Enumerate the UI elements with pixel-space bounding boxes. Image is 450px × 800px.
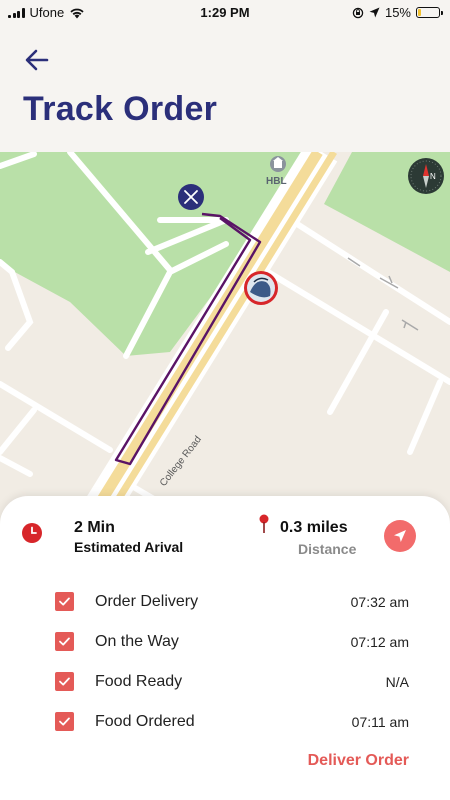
compass-icon: N [410,160,442,192]
order-tracking-sheet: 2 Min Estimated Arival 0.3 miles Distanc… [0,496,450,800]
svg-text:N: N [430,172,436,181]
navigate-button[interactable] [384,520,416,552]
poi-label-hbl: HBL [266,176,287,187]
checkmark-icon [59,637,70,646]
status-time: 07:12 am [350,634,409,650]
status-checkbox[interactable] [55,592,74,611]
compass-button[interactable]: N [408,158,444,194]
status-row: Food Ordered 07:11 am [0,708,450,736]
checkmark-icon [59,597,70,606]
status-row: On the Way 07:12 am [0,628,450,656]
status-name: On the Way [95,633,179,650]
map-pin-icon [259,514,269,533]
map-canvas [0,152,450,532]
restaurant-marker[interactable] [178,184,204,210]
checkmark-icon [59,717,70,726]
clock-icon [22,523,42,543]
distance-label: Distance [298,541,357,557]
map-view[interactable]: HBL College Road N [0,152,450,532]
status-right: 15% [352,5,443,20]
status-checkbox[interactable] [55,672,74,691]
status-name: Order Delivery [95,593,199,610]
distance-value: 0.3 miles [280,519,348,536]
status-name: Food Ready [95,673,183,690]
rider-marker[interactable] [244,271,278,305]
location-arrow-icon [369,7,380,18]
bank-icon[interactable] [270,156,286,172]
status-time: 07:11 am [351,714,409,730]
status-bar: Ufone 1:29 PM 15% [0,0,450,24]
deliver-order-button[interactable]: Deliver Order [308,752,409,770]
status-name: Food Ordered [95,713,195,730]
status-time: N/A [385,674,409,690]
status-time: 07:32 am [350,594,409,610]
battery-level [418,9,421,16]
status-checkbox[interactable] [55,632,74,651]
page-title: Track Order [23,90,218,128]
back-button[interactable] [22,46,54,74]
battery-icon [416,7,443,18]
navigation-arrow-icon [394,530,406,542]
status-row: Order Delivery 07:32 am [0,588,450,616]
back-arrow-icon [25,49,49,71]
status-row: Food Ready N/A [0,668,450,696]
battery-percent: 15% [384,5,411,20]
eta-value: 2 Min [74,519,115,536]
status-checkbox[interactable] [55,712,74,731]
checkmark-icon [59,677,70,686]
rotation-lock-icon [352,7,364,18]
eta-label: Estimated Arival [74,539,184,555]
